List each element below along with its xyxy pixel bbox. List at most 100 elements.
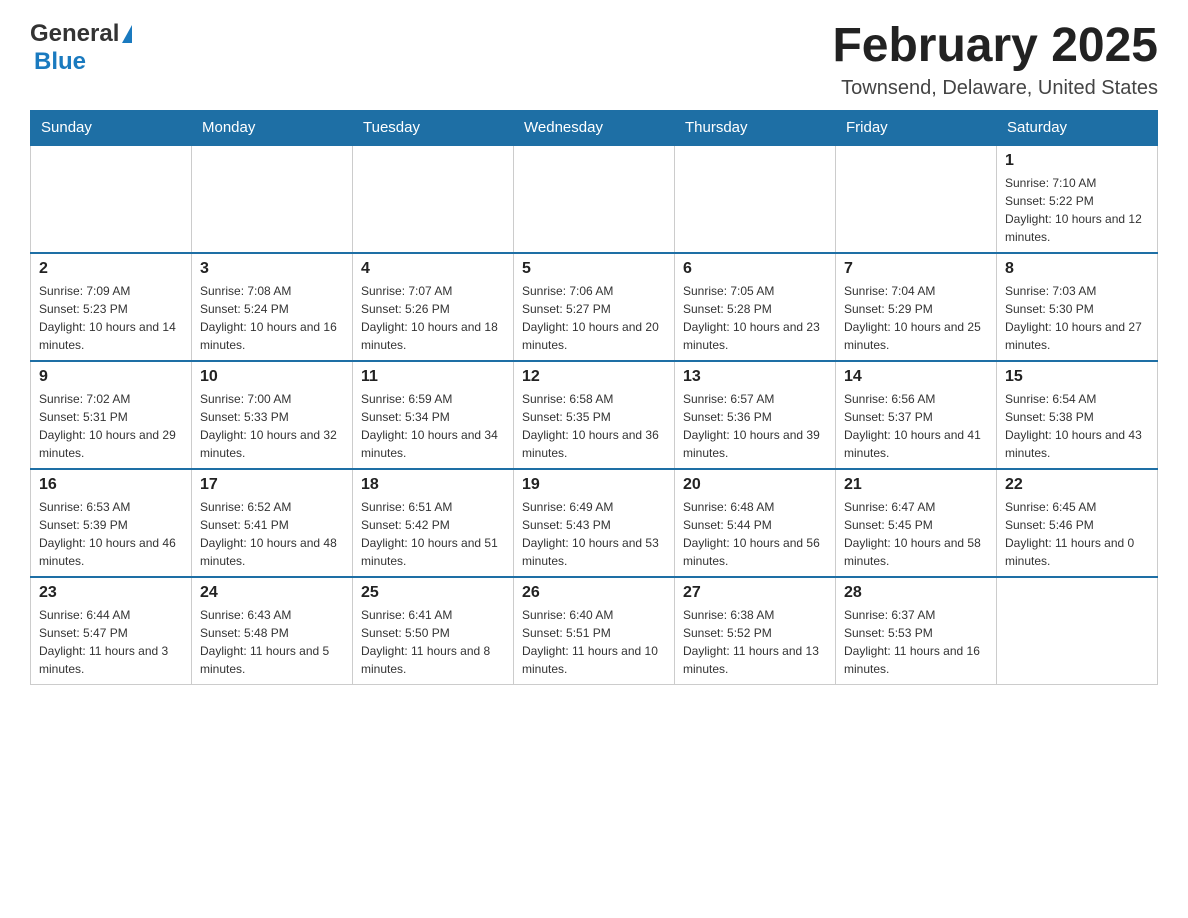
header-sunday: Sunday — [31, 110, 192, 145]
table-row: 4 Sunrise: 7:07 AM Sunset: 5:26 PM Daylig… — [353, 253, 514, 361]
table-row: 10 Sunrise: 7:00 AM Sunset: 5:33 PM Dayli… — [192, 361, 353, 469]
day-number: 20 — [683, 476, 827, 494]
day-info: Sunrise: 6:37 AM Sunset: 5:53 PM Dayligh… — [844, 606, 988, 678]
day-info: Sunrise: 6:57 AM Sunset: 5:36 PM Dayligh… — [683, 390, 827, 462]
table-row: 24 Sunrise: 6:43 AM Sunset: 5:48 PM Dayli… — [192, 577, 353, 685]
day-number: 12 — [522, 368, 666, 386]
day-info: Sunrise: 6:59 AM Sunset: 5:34 PM Dayligh… — [361, 390, 505, 462]
day-number: 13 — [683, 368, 827, 386]
table-row: 12 Sunrise: 6:58 AM Sunset: 5:35 PM Dayli… — [514, 361, 675, 469]
table-row — [675, 145, 836, 253]
location-subtitle: Townsend, Delaware, United States — [832, 77, 1158, 100]
day-info: Sunrise: 7:04 AM Sunset: 5:29 PM Dayligh… — [844, 282, 988, 354]
logo-general-text: General — [30, 20, 119, 48]
day-info: Sunrise: 6:45 AM Sunset: 5:46 PM Dayligh… — [1005, 498, 1149, 570]
day-number: 22 — [1005, 476, 1149, 494]
table-row: 2 Sunrise: 7:09 AM Sunset: 5:23 PM Daylig… — [31, 253, 192, 361]
table-row — [31, 145, 192, 253]
day-info: Sunrise: 6:43 AM Sunset: 5:48 PM Dayligh… — [200, 606, 344, 678]
table-row: 16 Sunrise: 6:53 AM Sunset: 5:39 PM Dayli… — [31, 469, 192, 577]
table-row: 11Sunrise: 6:59 AM Sunset: 5:34 PM Dayli… — [353, 361, 514, 469]
day-number: 15 — [1005, 368, 1149, 386]
calendar-week-row: 2 Sunrise: 7:09 AM Sunset: 5:23 PM Daylig… — [31, 253, 1158, 361]
day-info: Sunrise: 7:06 AM Sunset: 5:27 PM Dayligh… — [522, 282, 666, 354]
day-info: Sunrise: 6:54 AM Sunset: 5:38 PM Dayligh… — [1005, 390, 1149, 462]
day-number: 9 — [39, 368, 183, 386]
day-info: Sunrise: 6:47 AM Sunset: 5:45 PM Dayligh… — [844, 498, 988, 570]
day-number: 18 — [361, 476, 505, 494]
day-number: 7 — [844, 260, 988, 278]
day-info: Sunrise: 7:03 AM Sunset: 5:30 PM Dayligh… — [1005, 282, 1149, 354]
day-info: Sunrise: 6:44 AM Sunset: 5:47 PM Dayligh… — [39, 606, 183, 678]
header-friday: Friday — [836, 110, 997, 145]
day-number: 3 — [200, 260, 344, 278]
table-row: 14 Sunrise: 6:56 AM Sunset: 5:37 PM Dayli… — [836, 361, 997, 469]
day-info: Sunrise: 6:40 AM Sunset: 5:51 PM Dayligh… — [522, 606, 666, 678]
calendar-week-row: 23 Sunrise: 6:44 AM Sunset: 5:47 PM Dayli… — [31, 577, 1158, 685]
day-number: 2 — [39, 260, 183, 278]
day-number: 26 — [522, 584, 666, 602]
day-info: Sunrise: 7:00 AM Sunset: 5:33 PM Dayligh… — [200, 390, 344, 462]
day-number: 27 — [683, 584, 827, 602]
table-row: 28 Sunrise: 6:37 AM Sunset: 5:53 PM Dayli… — [836, 577, 997, 685]
day-number: 19 — [522, 476, 666, 494]
table-row: 27 Sunrise: 6:38 AM Sunset: 5:52 PM Dayli… — [675, 577, 836, 685]
table-row: 20 Sunrise: 6:48 AM Sunset: 5:44 PM Dayli… — [675, 469, 836, 577]
table-row: 21 Sunrise: 6:47 AM Sunset: 5:45 PM Dayli… — [836, 469, 997, 577]
day-info: Sunrise: 7:08 AM Sunset: 5:24 PM Dayligh… — [200, 282, 344, 354]
table-row: 5 Sunrise: 7:06 AM Sunset: 5:27 PM Daylig… — [514, 253, 675, 361]
day-info: Sunrise: 6:41 AM Sunset: 5:50 PM Dayligh… — [361, 606, 505, 678]
day-number: 1 — [1005, 152, 1149, 170]
logo: General Blue — [30, 20, 132, 76]
logo-blue-text: Blue — [34, 48, 86, 76]
table-row — [997, 577, 1158, 685]
day-number: 23 — [39, 584, 183, 602]
header-monday: Monday — [192, 110, 353, 145]
day-info: Sunrise: 6:49 AM Sunset: 5:43 PM Dayligh… — [522, 498, 666, 570]
header-wednesday: Wednesday — [514, 110, 675, 145]
header-tuesday: Tuesday — [353, 110, 514, 145]
day-info: Sunrise: 7:07 AM Sunset: 5:26 PM Dayligh… — [361, 282, 505, 354]
header-title-area: February 2025 Townsend, Delaware, United… — [832, 20, 1158, 100]
day-number: 16 — [39, 476, 183, 494]
day-info: Sunrise: 6:52 AM Sunset: 5:41 PM Dayligh… — [200, 498, 344, 570]
table-row: 1Sunrise: 7:10 AM Sunset: 5:22 PM Daylig… — [997, 145, 1158, 253]
table-row: 9 Sunrise: 7:02 AM Sunset: 5:31 PM Daylig… — [31, 361, 192, 469]
day-number: 28 — [844, 584, 988, 602]
day-info: Sunrise: 7:05 AM Sunset: 5:28 PM Dayligh… — [683, 282, 827, 354]
calendar-header-row: Sunday Monday Tuesday Wednesday Thursday… — [31, 110, 1158, 145]
table-row — [353, 145, 514, 253]
table-row: 17Sunrise: 6:52 AM Sunset: 5:41 PM Dayli… — [192, 469, 353, 577]
header-saturday: Saturday — [997, 110, 1158, 145]
header-thursday: Thursday — [675, 110, 836, 145]
day-number: 5 — [522, 260, 666, 278]
table-row — [192, 145, 353, 253]
table-row: 8 Sunrise: 7:03 AM Sunset: 5:30 PM Daylig… — [997, 253, 1158, 361]
day-info: Sunrise: 7:02 AM Sunset: 5:31 PM Dayligh… — [39, 390, 183, 462]
day-info: Sunrise: 6:58 AM Sunset: 5:35 PM Dayligh… — [522, 390, 666, 462]
calendar-table: Sunday Monday Tuesday Wednesday Thursday… — [30, 110, 1158, 685]
day-number: 21 — [844, 476, 988, 494]
day-info: Sunrise: 6:38 AM Sunset: 5:52 PM Dayligh… — [683, 606, 827, 678]
table-row: 22 Sunrise: 6:45 AM Sunset: 5:46 PM Dayli… — [997, 469, 1158, 577]
day-info: Sunrise: 6:51 AM Sunset: 5:42 PM Dayligh… — [361, 498, 505, 570]
day-info: Sunrise: 6:48 AM Sunset: 5:44 PM Dayligh… — [683, 498, 827, 570]
table-row: 6 Sunrise: 7:05 AM Sunset: 5:28 PM Daylig… — [675, 253, 836, 361]
day-info: Sunrise: 6:56 AM Sunset: 5:37 PM Dayligh… — [844, 390, 988, 462]
table-row: 15 Sunrise: 6:54 AM Sunset: 5:38 PM Dayli… — [997, 361, 1158, 469]
day-number: 4 — [361, 260, 505, 278]
table-row: 3 Sunrise: 7:08 AM Sunset: 5:24 PM Daylig… — [192, 253, 353, 361]
logo-triangle-icon — [122, 25, 132, 43]
page-header: General Blue February 2025 Townsend, Del… — [30, 20, 1158, 100]
day-info: Sunrise: 6:53 AM Sunset: 5:39 PM Dayligh… — [39, 498, 183, 570]
day-info: Sunrise: 7:09 AM Sunset: 5:23 PM Dayligh… — [39, 282, 183, 354]
day-number: 14 — [844, 368, 988, 386]
day-number: 10 — [200, 368, 344, 386]
day-number: 24 — [200, 584, 344, 602]
month-title: February 2025 — [832, 20, 1158, 73]
table-row — [514, 145, 675, 253]
table-row: 7 Sunrise: 7:04 AM Sunset: 5:29 PM Daylig… — [836, 253, 997, 361]
table-row: 13 Sunrise: 6:57 AM Sunset: 5:36 PM Dayli… — [675, 361, 836, 469]
day-number: 6 — [683, 260, 827, 278]
day-number: 8 — [1005, 260, 1149, 278]
